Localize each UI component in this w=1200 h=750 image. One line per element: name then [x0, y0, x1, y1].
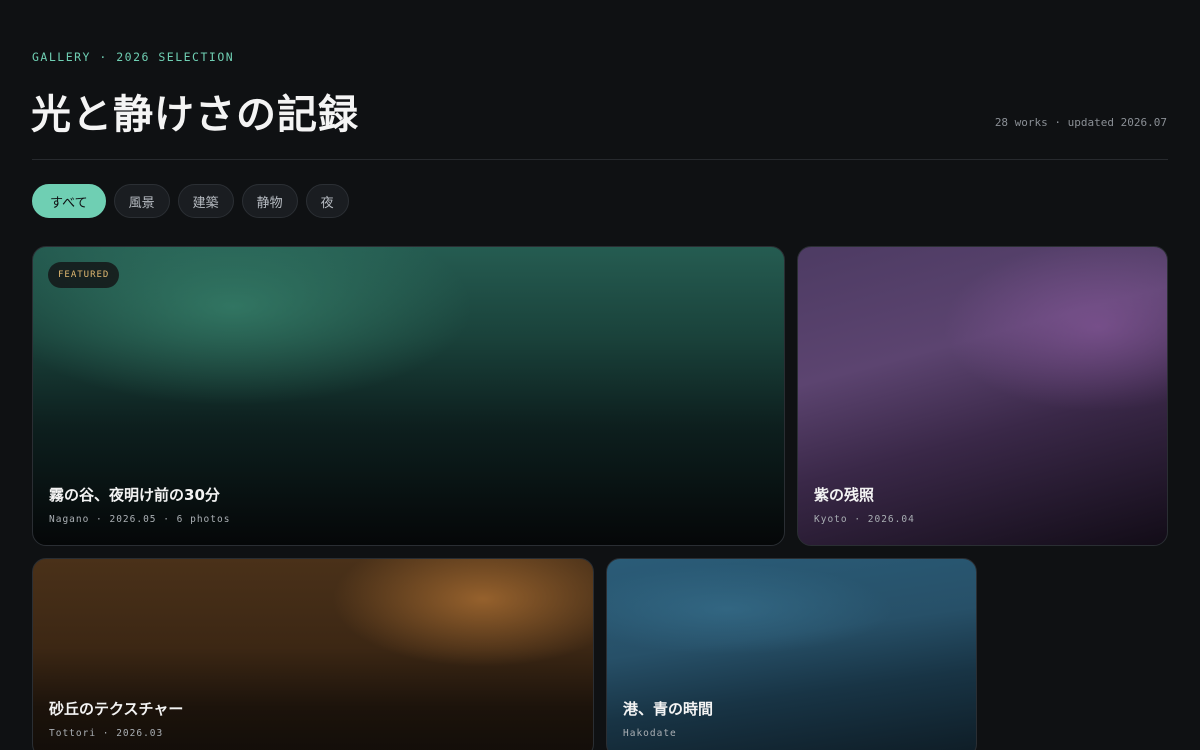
- card-subtitle: Kyoto · 2026.04: [814, 514, 915, 525]
- featured-badge: FEATURED: [48, 262, 120, 288]
- card-subtitle: Nagano · 2026.05 · 6 photos: [49, 514, 231, 525]
- gallery-card[interactable]: 砂丘のテクスチャー Tottori · 2026.03: [32, 558, 594, 750]
- gallery-page: GALLERY · 2026 SELECTION 光と静けさの記録 28 wor…: [0, 0, 1200, 750]
- gallery-card[interactable]: 紫の残照 Kyoto · 2026.04: [797, 246, 1168, 546]
- filter-chip-all[interactable]: すべて: [32, 184, 106, 218]
- gallery-card-featured[interactable]: FEATURED 霧の谷、夜明け前の30分 Nagano · 2026.05 ·…: [32, 246, 785, 546]
- filter-chip-architecture[interactable]: 建築: [177, 184, 234, 218]
- gallery-meta: 28 works · updated 2026.07: [994, 116, 1167, 129]
- card-subtitle: Tottori · 2026.03: [49, 728, 164, 739]
- gallery-eyebrow: GALLERY · 2026 SELECTION: [32, 50, 235, 64]
- card-label: 港、青の時間 Hakodate: [623, 698, 713, 739]
- filter-chips: すべて 風景 建築 静物 夜: [32, 184, 349, 218]
- card-title: 紫の残照: [814, 486, 875, 504]
- card-title: 砂丘のテクスチャー: [49, 700, 184, 718]
- gallery-card[interactable]: 港、青の時間 Hakodate: [606, 558, 977, 750]
- card-label: 砂丘のテクスチャー Tottori · 2026.03: [49, 698, 183, 739]
- card-subtitle: Hakodate: [623, 728, 677, 739]
- card-label: 紫の残照 Kyoto · 2026.04: [814, 484, 915, 525]
- page-title: 光と静けさの記録: [31, 92, 359, 138]
- filter-chip-still-life[interactable]: 静物: [241, 184, 298, 218]
- card-label: 霧の谷、夜明け前の30分 Nagano · 2026.05 · 6 photos: [49, 484, 230, 525]
- filter-chip-night[interactable]: 夜: [305, 184, 349, 218]
- header-divider: [32, 159, 1168, 160]
- card-title: 港、青の時間: [623, 700, 714, 718]
- filter-chip-landscape[interactable]: 風景: [113, 184, 170, 218]
- card-title: 霧の谷、夜明け前の30分: [49, 486, 220, 504]
